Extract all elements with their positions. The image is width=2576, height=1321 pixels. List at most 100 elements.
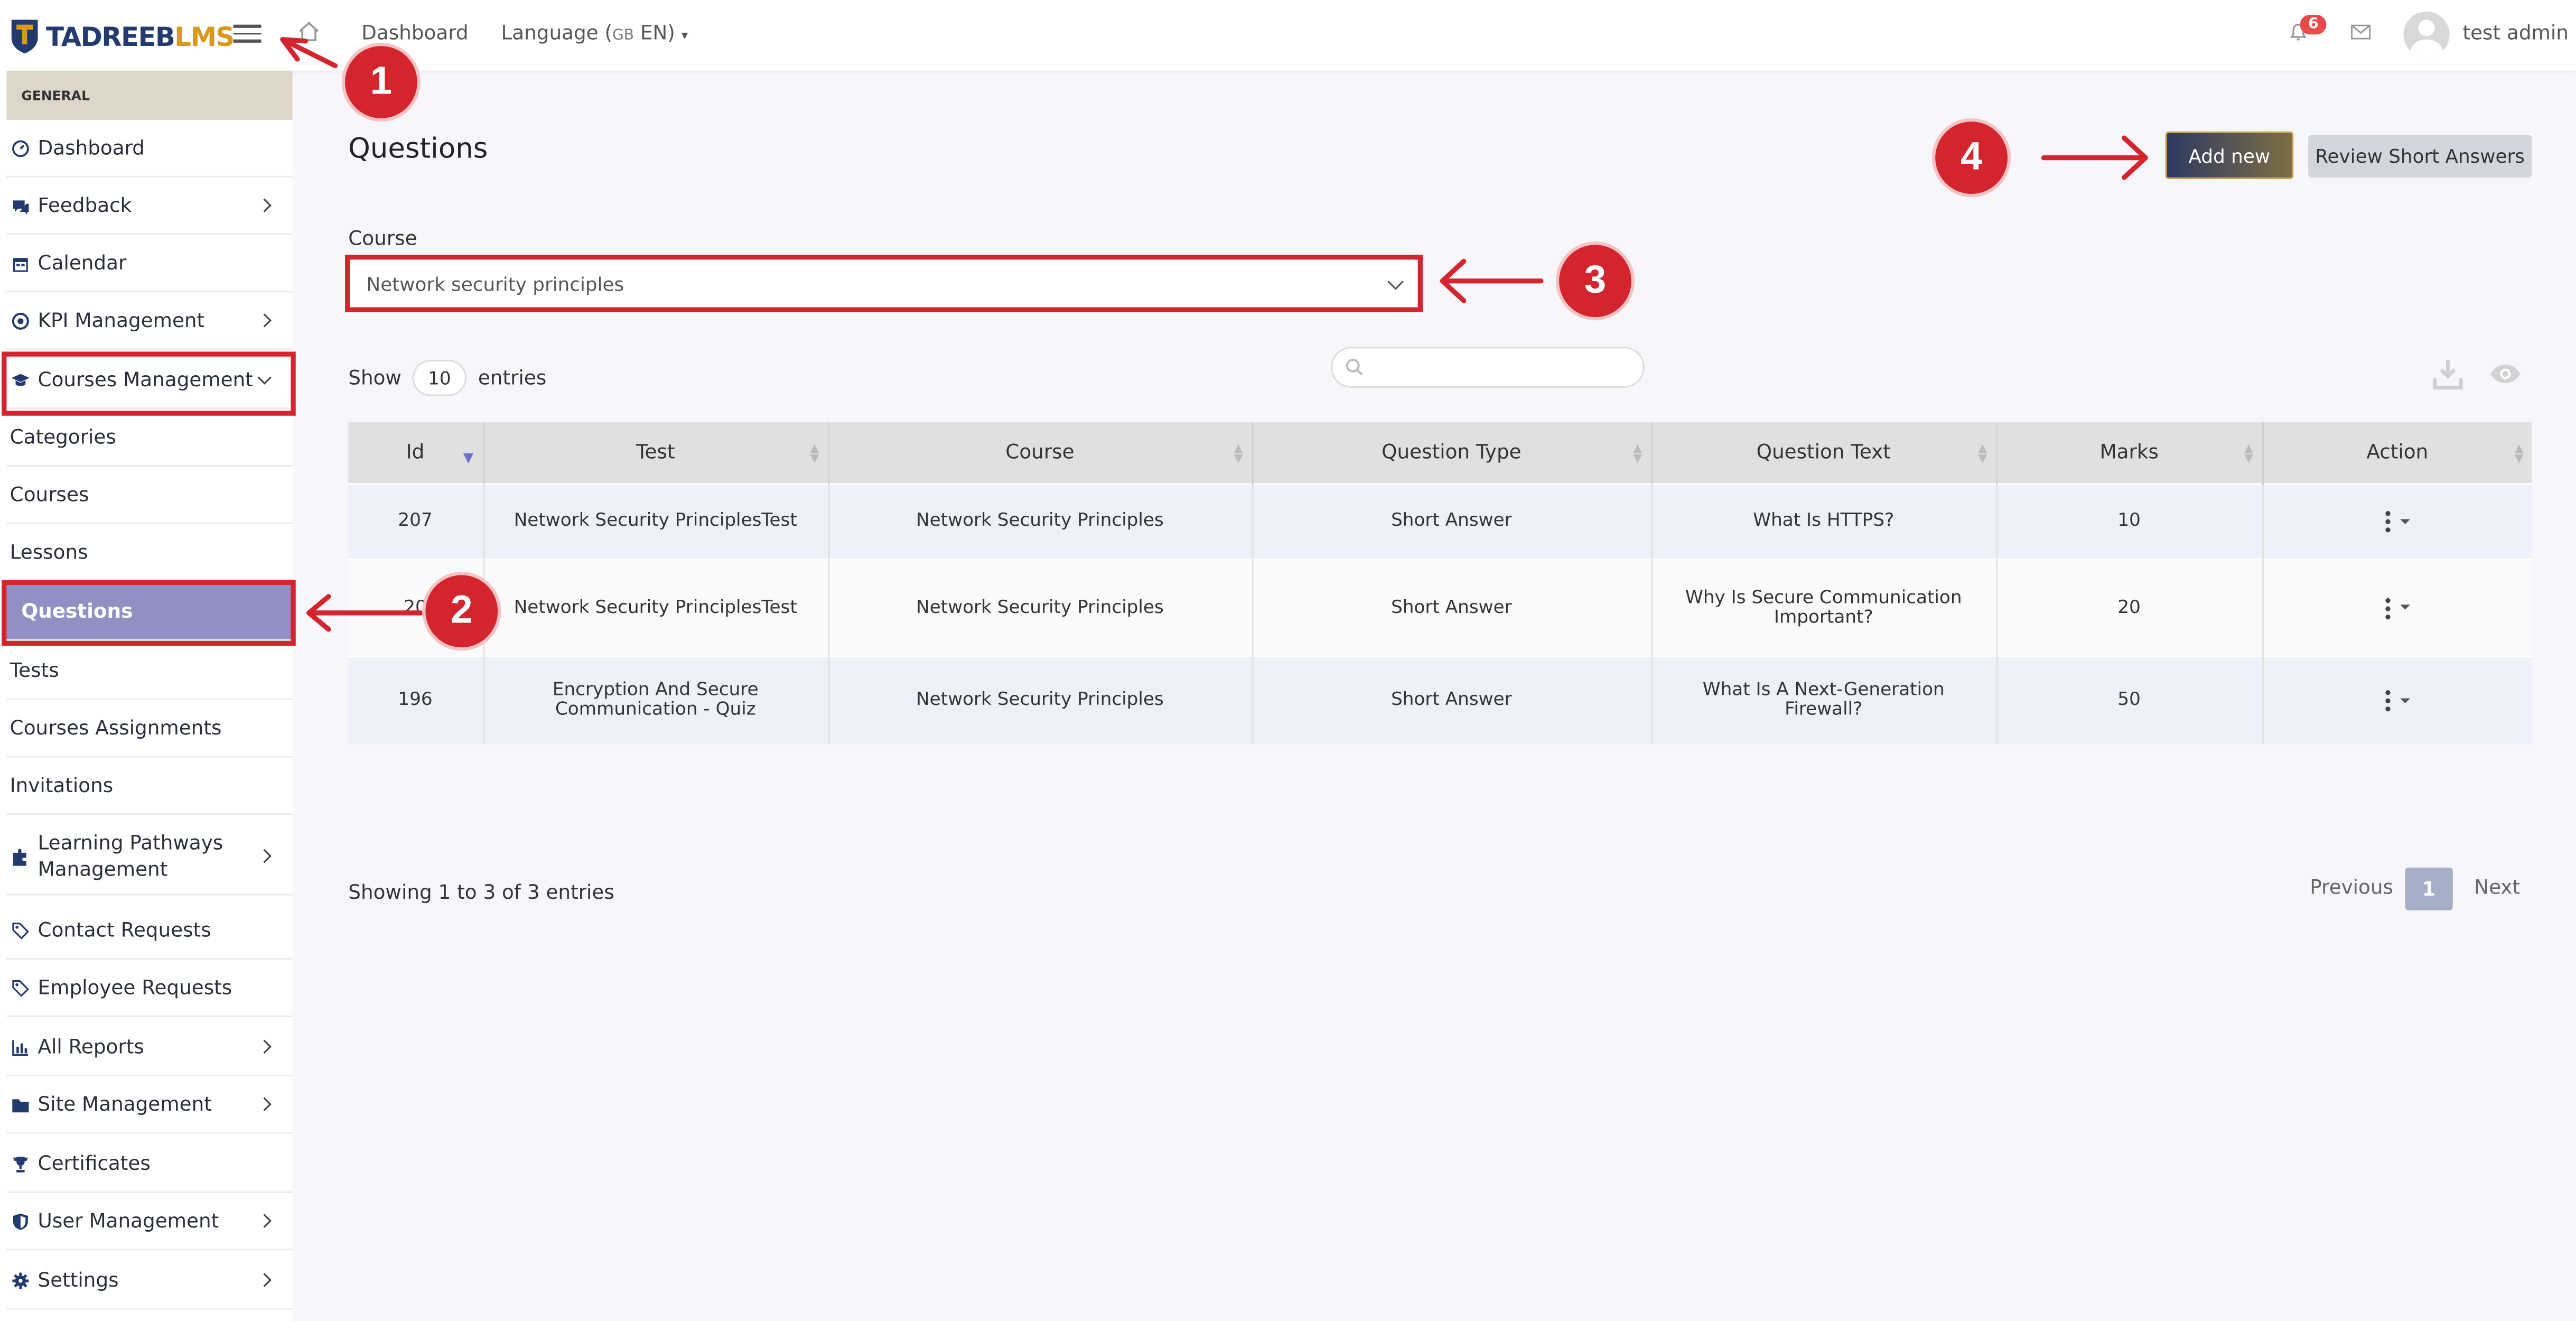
menu-toggle-icon[interactable] — [233, 20, 262, 48]
sidebar-item-calendar[interactable]: Calendar — [6, 235, 293, 293]
app-root: TADREEBLMS Dashboard Language (GB EN) ▾ … — [0, 0, 2576, 1321]
cell-question-text: What Is HTTPS? — [1651, 482, 1997, 559]
arrow-4 — [2041, 135, 2148, 180]
puzzle-icon — [13, 848, 26, 866]
avatar[interactable] — [2403, 11, 2450, 58]
user-name[interactable]: test admin — [2462, 21, 2568, 44]
pagination-page-1[interactable]: 1 — [2405, 867, 2453, 910]
chat-icon — [13, 199, 29, 214]
cell-question-text: Why Is Secure Communication Important? — [1651, 557, 1997, 656]
table-row: 196 Encryption And Secure Communication … — [348, 655, 2532, 745]
row-actions-menu-icon[interactable] — [2385, 596, 2392, 619]
column-header-action[interactable]: Action ▲ ▼ — [2262, 422, 2532, 483]
entries-select[interactable]: 10 — [412, 360, 467, 396]
sidebar-item-user-management[interactable]: User Management — [6, 1193, 293, 1251]
shield-logo-icon — [11, 20, 38, 54]
logo[interactable]: TADREEBLMS — [10, 15, 235, 58]
sort-icon: ▲ ▼ — [1978, 442, 1987, 466]
cell-test: Encryption And Secure Communication - Qu… — [483, 655, 829, 745]
target-icon — [12, 312, 29, 329]
chevron-right-icon — [257, 198, 272, 212]
entries-label: entries — [478, 366, 547, 389]
callout-1: 1 — [341, 42, 421, 122]
sidebar-item-dashboard[interactable]: Dashboard — [6, 120, 293, 178]
column-header-id[interactable]: Id ▼ — [348, 422, 484, 483]
chevron-right-icon — [257, 313, 272, 328]
callout-4: 4 — [1932, 118, 2011, 198]
notification-badge: 6 — [2300, 14, 2327, 35]
page-title: Questions — [348, 133, 488, 166]
bar-chart-icon — [12, 1039, 28, 1055]
caret-down-icon — [2400, 518, 2410, 524]
sidebar-item-courses-assignments[interactable]: Courses Assignments — [6, 700, 293, 758]
home-icon[interactable] — [297, 20, 321, 43]
sidebar-item-settings[interactable]: Settings — [6, 1252, 293, 1310]
mail-icon[interactable] — [2350, 24, 2371, 40]
sidebar-item-invitations[interactable]: Invitations — [6, 758, 293, 815]
sort-desc-icon: ▼ — [463, 450, 474, 466]
table-row: 20 Network Security PrinciplesTest Netwo… — [348, 557, 2532, 656]
sidebar-section-label: GENERAL — [6, 70, 293, 120]
download-icon[interactable] — [2433, 358, 2463, 389]
column-header-question-type[interactable]: Question Type ▲ ▼ — [1252, 422, 1652, 483]
cell-marks: 20 — [1996, 557, 2263, 656]
add-new-button[interactable]: Add new — [2165, 131, 2294, 179]
sidebar-item-feedback[interactable]: Feedback — [6, 178, 293, 235]
cell-test: Network Security PrinciplesTest — [483, 482, 829, 559]
cell-course: Network Security Principles — [828, 655, 1253, 745]
cell-id: 207 — [348, 482, 484, 559]
chevron-right-icon — [257, 1214, 272, 1228]
caret-down-icon — [2400, 697, 2410, 703]
top-dashboard-link[interactable]: Dashboard — [361, 21, 468, 44]
callout-3: 3 — [1555, 241, 1635, 321]
cell-course: Network Security Principles — [828, 482, 1253, 559]
cell-question-text: What Is A Next-Generation Firewall? — [1651, 655, 1997, 745]
sidebar-item-all-reports[interactable]: All Reports — [6, 1019, 293, 1076]
column-header-test[interactable]: Test ▲ ▼ — [483, 422, 829, 483]
highlight-box-course-select — [345, 255, 1423, 312]
pagination-next[interactable]: Next — [2474, 876, 2520, 899]
sidebar-item-learning-pathways[interactable]: Learning Pathways Management — [6, 818, 293, 896]
calendar-icon — [13, 257, 28, 272]
sidebar-item-contact-requests[interactable]: Contact Requests — [6, 902, 293, 960]
sort-icon: ▲ ▼ — [1633, 442, 1642, 466]
sidebar-item-tests[interactable]: Tests — [6, 643, 293, 700]
row-actions-menu-icon[interactable] — [2385, 509, 2392, 533]
search-input[interactable] — [1330, 347, 1645, 388]
language-dropdown[interactable]: Language (GB EN) ▾ — [501, 21, 688, 44]
cell-test: Network Security PrinciplesTest — [483, 557, 829, 656]
chevron-right-icon — [257, 1039, 272, 1054]
sidebar-item-categories[interactable]: Categories — [6, 409, 293, 467]
caret-down-icon — [2400, 604, 2410, 610]
cell-question-type: Short Answer — [1252, 557, 1652, 656]
sidebar-item-kpi-management[interactable]: KPI Management — [6, 293, 293, 350]
cell-id: 196 — [348, 655, 484, 745]
cell-course: Network Security Principles — [828, 557, 1253, 656]
sidebar: GENERAL Dashboard Feedback Calendar KPI … — [0, 70, 293, 1321]
course-label: Course — [348, 227, 417, 250]
callout-2: 2 — [422, 572, 501, 651]
sort-icon: ▲ ▼ — [810, 442, 819, 466]
table-row: 207 Network Security PrinciplesTest Netw… — [348, 482, 2532, 559]
cell-question-type: Short Answer — [1252, 655, 1652, 745]
sidebar-item-employee-requests[interactable]: Employee Requests — [6, 960, 293, 1017]
sort-icon: ▲ ▼ — [2244, 442, 2253, 466]
folder-icon — [12, 1098, 29, 1112]
column-header-course[interactable]: Course ▲ ▼ — [828, 422, 1253, 483]
sidebar-item-certificates[interactable]: Certificates — [6, 1136, 293, 1193]
arrow-3 — [1440, 258, 1544, 303]
column-header-marks[interactable]: Marks ▲ ▼ — [1996, 422, 2263, 483]
row-actions-menu-icon[interactable] — [2385, 689, 2392, 712]
column-header-question-text[interactable]: Question Text ▲ ▼ — [1651, 422, 1997, 483]
search-icon — [1346, 359, 1363, 376]
cell-action — [2262, 482, 2532, 559]
trophy-icon — [13, 1156, 28, 1172]
eye-icon[interactable] — [2489, 363, 2522, 384]
chevron-right-icon — [257, 849, 272, 863]
pagination-previous[interactable]: Previous — [2310, 876, 2393, 899]
sidebar-item-lessons[interactable]: Lessons — [6, 524, 293, 582]
highlight-box-courses-management — [2, 351, 296, 416]
sidebar-item-site-management[interactable]: Site Management — [6, 1076, 293, 1134]
sidebar-item-courses[interactable]: Courses — [6, 467, 293, 524]
review-short-answers-button[interactable]: Review Short Answers — [2308, 134, 2532, 178]
